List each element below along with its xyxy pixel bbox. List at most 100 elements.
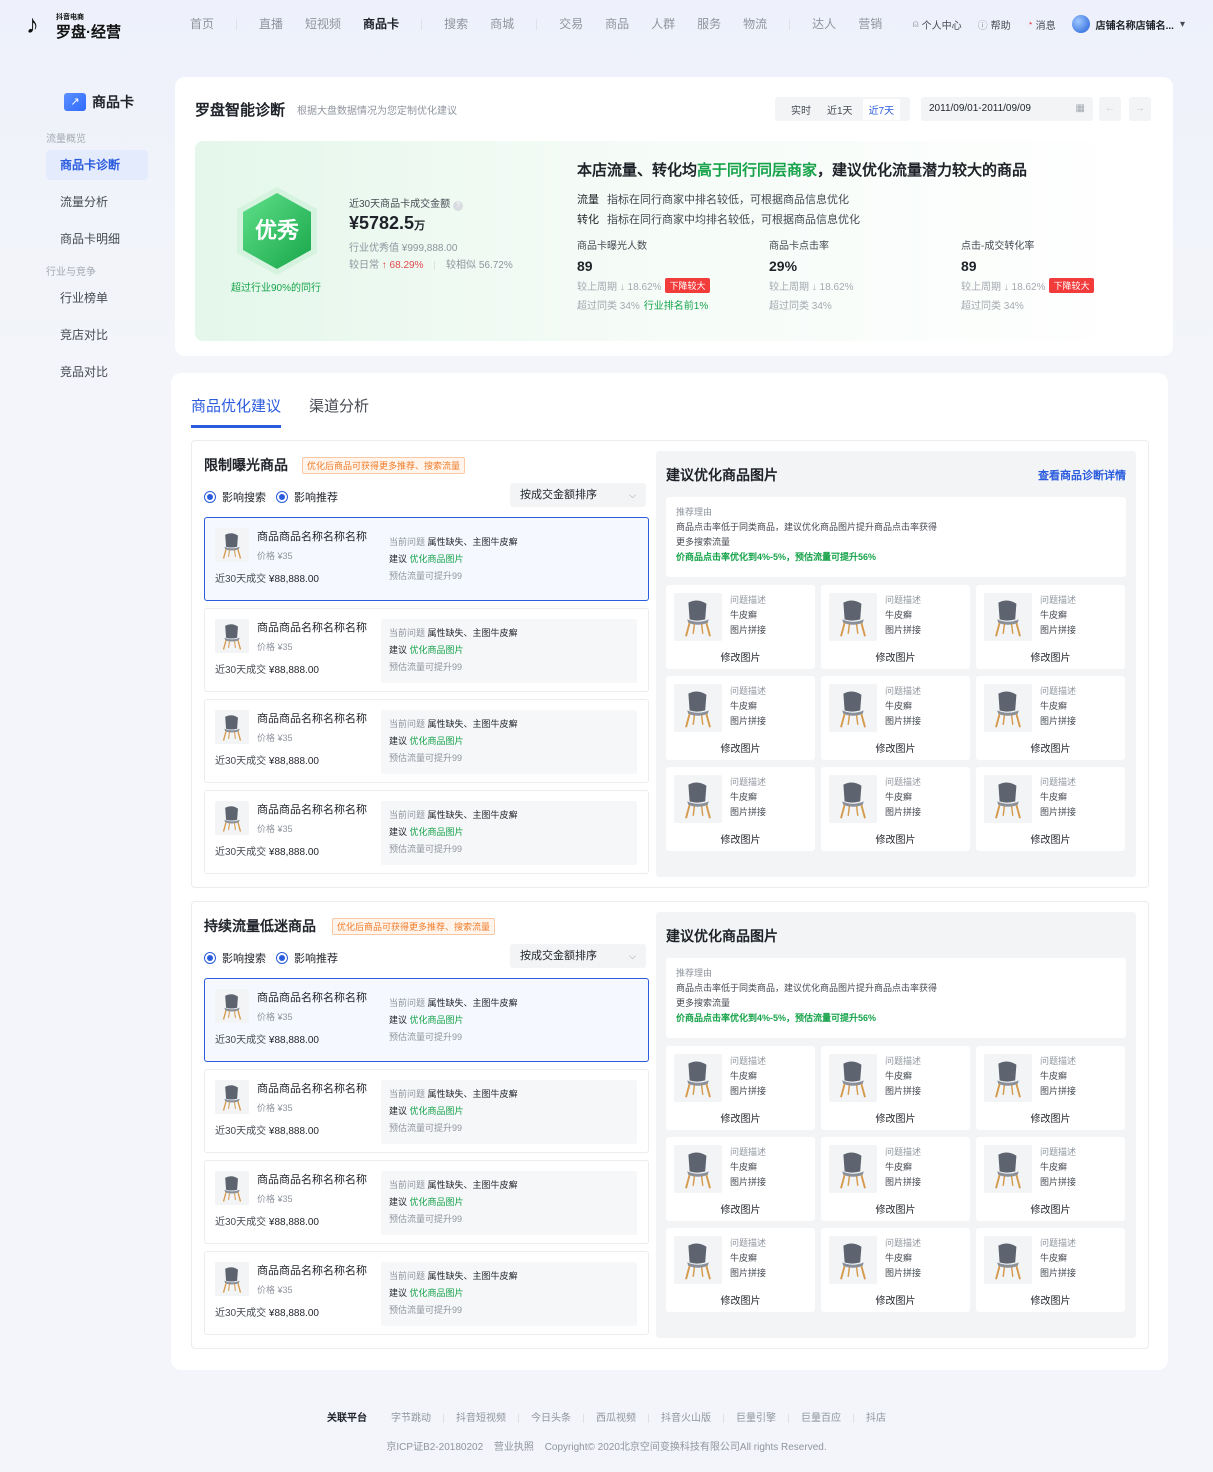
date-tab-realtime[interactable]: 实时	[791, 102, 811, 117]
tab-product-suggestions[interactable]: 商品优化建议	[191, 395, 282, 428]
radio-impact-0[interactable]: 影响搜索	[204, 950, 266, 966]
product-row[interactable]: 商品商品名称名称名称 价格 ¥35 近30天成交 ¥88,888.00 当前问题 属性…	[204, 517, 649, 601]
profile-link[interactable]: ⍝ 个人中心	[913, 17, 962, 32]
radio-impact-1[interactable]: 影响推荐	[276, 950, 338, 966]
advice-link[interactable]: 优化商品图片	[410, 827, 464, 837]
prev-period-button[interactable]: ←	[1099, 97, 1121, 121]
footer-icp[interactable]: 京ICP证B2-20180202	[386, 1438, 483, 1453]
product-row[interactable]: 商品商品名称名称名称 价格 ¥35 近30天成交 ¥88,888.00 当前问题 属性…	[204, 978, 649, 1062]
sidebar-item-product-compare[interactable]: 竞品对比	[46, 357, 148, 387]
product-thumbnail	[215, 710, 249, 744]
edit-image-button[interactable]: 修改图片	[666, 1201, 815, 1216]
advice-link[interactable]: 优化商品图片	[410, 1288, 464, 1298]
footer-link[interactable]: 西瓜视频	[596, 1409, 636, 1424]
advice-link[interactable]: 优化商品图片	[410, 645, 464, 655]
edit-image-button[interactable]: 修改图片	[976, 1292, 1125, 1307]
advice-link[interactable]: 优化商品图片	[410, 554, 464, 564]
advice-link[interactable]: 优化商品图片	[410, 1106, 464, 1116]
advice-link[interactable]: 优化商品图片	[410, 1015, 464, 1025]
footer-link[interactable]: 巨量百应	[801, 1409, 841, 1424]
estimate: 预估流量可提升99	[389, 1214, 463, 1224]
metric-week-compare: 较上周期 ↓ 18.62% 下降较大	[961, 278, 1094, 293]
edit-image-button[interactable]: 修改图片	[976, 1110, 1125, 1125]
store-switcher[interactable]: 店铺名称店铺名... ▾	[1071, 15, 1185, 33]
edit-image-button[interactable]: 修改图片	[976, 831, 1125, 846]
advice-link[interactable]: 优化商品图片	[410, 736, 464, 746]
edit-image-button[interactable]: 修改图片	[821, 649, 970, 664]
gmv-compare: 较日常 ↑ 68.29% 较相似 56.72%	[349, 260, 513, 271]
issue-type: 牛皮癣	[885, 701, 913, 711]
nav-item-4[interactable]: 搜索	[444, 16, 468, 32]
edit-image-button[interactable]: 修改图片	[821, 1292, 970, 1307]
nav-item-12[interactable]: 营销	[858, 16, 882, 32]
edit-image-button[interactable]: 修改图片	[821, 1201, 970, 1216]
date-tab-7day[interactable]: 近7天	[862, 98, 901, 120]
issue-type: 图片拼接	[1040, 1086, 1077, 1096]
footer-link[interactable]: 巨量引擎	[736, 1409, 776, 1424]
date-range-picker[interactable]: 2011/09/01-2011/09/09 ▦	[921, 97, 1093, 121]
footer-link[interactable]: 抖店	[866, 1409, 886, 1424]
date-tab-1day[interactable]: 近1天	[827, 102, 853, 117]
sort-select[interactable]: 按成交金额排序 ⌵	[510, 944, 646, 968]
footer-link[interactable]: 字节跳动	[391, 1409, 431, 1424]
metric-peer-compare: 超过同类 34%	[769, 301, 832, 312]
edit-image-button[interactable]: 修改图片	[821, 831, 970, 846]
edit-image-button[interactable]: 修改图片	[821, 1110, 970, 1125]
sidebar-item-traffic-analysis[interactable]: 流量分析	[46, 187, 148, 217]
nav-item-3[interactable]: 商品卡	[363, 16, 399, 32]
advice: 建议 优化商品图片	[389, 827, 464, 837]
help-link[interactable]: ⓘ 帮助	[978, 17, 1011, 32]
nav-item-11[interactable]: 达人	[812, 16, 836, 32]
nav-item-0[interactable]: 首页	[190, 16, 214, 32]
diagnosis-detail-link[interactable]: 查看商品诊断详情	[1038, 467, 1126, 483]
current-issue: 当前问题 属性缺失、主图牛皮癣	[389, 998, 518, 1008]
advice-link[interactable]: 优化商品图片	[410, 1197, 464, 1207]
edit-image-button[interactable]: 修改图片	[976, 740, 1125, 755]
footer-license[interactable]: 营业执照	[494, 1438, 534, 1453]
nav-item-7[interactable]: 商品	[605, 16, 629, 32]
chair-image	[222, 624, 242, 650]
footer-link[interactable]: 今日头条	[531, 1409, 571, 1424]
sidebar-item-card-diagnosis[interactable]: 商品卡诊断	[46, 150, 148, 180]
messages-link[interactable]: ◔ 消息	[1027, 17, 1056, 32]
product-row[interactable]: 商品商品名称名称名称 价格 ¥35 近30天成交 ¥88,888.00 当前问题 属性…	[204, 1160, 649, 1244]
nav-item-5[interactable]: 商城	[490, 16, 514, 32]
edit-image-button[interactable]: 修改图片	[666, 831, 815, 846]
optimize-panel: 建议优化商品图片 推荐理由 商品点击率低于同类商品，建议优化商品图片提升商品点击率获…	[656, 912, 1136, 1338]
edit-image-button[interactable]: 修改图片	[976, 649, 1125, 664]
product-row[interactable]: 商品商品名称名称名称 价格 ¥35 近30天成交 ¥88,888.00 当前问题 属性…	[204, 1069, 649, 1153]
question-icon[interactable]: ?	[453, 201, 464, 211]
nav-item-2[interactable]: 短视频	[305, 16, 341, 32]
edit-image-button[interactable]: 修改图片	[821, 740, 970, 755]
product-row[interactable]: 商品商品名称名称名称 价格 ¥35 近30天成交 ¥88,888.00 当前问题 属性…	[204, 1251, 649, 1335]
brand-big: 罗盘·经营	[56, 24, 121, 41]
logo[interactable]: ♪ 抖音电商 罗盘·经营	[26, 10, 126, 41]
product-issue-box: 当前问题 属性缺失、主图牛皮癣 建议 优化商品图片 预估流量可提升99	[381, 710, 637, 774]
radio-impact-0[interactable]: 影响搜索	[204, 489, 266, 505]
nav-item-1[interactable]: 直播	[259, 16, 283, 32]
edit-image-button[interactable]: 修改图片	[666, 1292, 815, 1307]
product-row[interactable]: 商品商品名称名称名称 价格 ¥35 近30天成交 ¥88,888.00 当前问题 属性…	[204, 608, 649, 692]
product-row[interactable]: 商品商品名称名称名称 价格 ¥35 近30天成交 ¥88,888.00 当前问题 属性…	[204, 699, 649, 783]
image-issue-card: 问题描述 牛皮癣 图片拼接 修改图片	[821, 585, 970, 669]
nav-item-6[interactable]: 交易	[559, 16, 583, 32]
sort-select[interactable]: 按成交金额排序 ⌵	[510, 483, 646, 507]
edit-image-button[interactable]: 修改图片	[976, 1201, 1125, 1216]
estimate: 预估流量可提升99	[389, 1305, 463, 1315]
sidebar-item-card-detail[interactable]: 商品卡明细	[46, 224, 148, 254]
sidebar-item-store-compare[interactable]: 竞店对比	[46, 320, 148, 350]
sidebar-item-industry-rank[interactable]: 行业榜单	[46, 283, 148, 313]
tab-channel-analysis[interactable]: 渠道分析	[309, 395, 369, 428]
edit-image-button[interactable]: 修改图片	[666, 740, 815, 755]
nav-item-9[interactable]: 服务	[697, 16, 721, 32]
edit-image-button[interactable]: 修改图片	[666, 1110, 815, 1125]
product-row[interactable]: 商品商品名称名称名称 价格 ¥35 近30天成交 ¥88,888.00 当前问题 属性…	[204, 790, 649, 874]
nav-item-10[interactable]: 物流	[743, 16, 767, 32]
edit-image-button[interactable]: 修改图片	[666, 649, 815, 664]
nav-item-8[interactable]: 人群	[651, 16, 675, 32]
footer-link[interactable]: 抖音短视频	[456, 1409, 506, 1424]
next-period-button[interactable]: →	[1129, 97, 1151, 121]
footer-link[interactable]: 抖音火山版	[661, 1409, 711, 1424]
headline: 本店流量、转化均高于同行同层商家，建议优化流量潜力较大的商品	[577, 162, 1028, 179]
radio-impact-1[interactable]: 影响推荐	[276, 489, 338, 505]
